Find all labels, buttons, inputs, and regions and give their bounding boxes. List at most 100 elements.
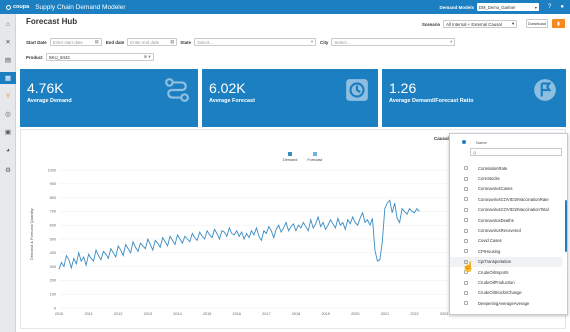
product-filter-row: Product SKU_8442 ⊗ ▾: [26, 52, 154, 62]
y-tick-label: 1000: [48, 168, 56, 172]
dropdown-item[interactable]: CoronavirusCOVID19VaccinationTotal: [450, 205, 562, 215]
card-label: Average Demand/Forecast Ratio: [389, 98, 474, 104]
dropdown-scrollbar[interactable]: [565, 200, 567, 252]
chevron-down-icon: ▾: [450, 39, 453, 44]
hand-cursor-icon: ☝: [462, 262, 475, 273]
item-label: Covid Cases: [478, 238, 502, 244]
settings-icon[interactable]: ⚙: [0, 164, 16, 176]
y-tick-label: 0: [54, 306, 56, 310]
demand-model-value: DM_Demo_Gartner: [479, 4, 516, 10]
dropdown-item[interactable]: Covid Cases: [450, 236, 562, 246]
dropdown-item[interactable]: CoreStocks: [450, 173, 562, 183]
dropdown-item[interactable]: CoronavirusDeaths: [450, 215, 562, 225]
scenario-select[interactable]: All Internal + External Causal ▾: [443, 20, 518, 28]
pie-icon[interactable]: ◕: [0, 144, 16, 156]
top-bar: coupa Supply Chain Demand Modeler Demand…: [0, 0, 570, 14]
average-forecast-card: 6.02K Average Forecast: [202, 69, 378, 127]
dropdown-item[interactable]: CPIHousing: [450, 246, 562, 256]
dropdown-item[interactable]: CrudeOilStocksChange: [450, 288, 562, 298]
end-date-label: End date: [105, 39, 125, 45]
product-value: SKU_8442: [48, 54, 70, 60]
item-checkbox[interactable]: [464, 197, 468, 202]
state-select[interactable]: Select... ▾: [194, 38, 317, 46]
item-checkbox[interactable]: [464, 290, 468, 295]
item-checkbox[interactable]: [464, 301, 468, 306]
legend-swatch: [312, 152, 317, 156]
card-label: Average Demand: [27, 98, 72, 104]
item-checkbox[interactable]: [464, 228, 468, 233]
chart-legend: Demand Forecast: [283, 152, 332, 162]
dropdown-header: Name: [450, 138, 565, 146]
demand-model-select[interactable]: DM_Demo_Gartner ▾: [477, 3, 540, 11]
item-checkbox[interactable]: [464, 166, 468, 171]
item-checkbox[interactable]: [464, 238, 468, 243]
item-label: CoronavirusCases: [478, 186, 513, 192]
y-axis-label: Demand & Forecast Quantity: [29, 208, 34, 260]
page-title: Forecast Hub: [26, 17, 78, 26]
item-checkbox[interactable]: [464, 249, 468, 254]
clock-icon: [346, 79, 368, 101]
table-icon[interactable]: ▤: [0, 54, 16, 66]
download-button[interactable]: Download: [526, 19, 548, 28]
y-tick-label: 700: [50, 210, 56, 214]
x-tick-label: 2012: [114, 312, 122, 316]
dropdown-item[interactable]: DeepeningAverageAverage: [450, 298, 562, 308]
start-date-label: Start Date: [26, 39, 47, 45]
home-icon[interactable]: ⌂: [0, 18, 16, 30]
item-checkbox[interactable]: [464, 280, 468, 285]
item-checkbox[interactable]: [464, 218, 468, 223]
item-checkbox[interactable]: [464, 207, 468, 212]
legend-item-demand[interactable]: Demand: [283, 152, 297, 162]
dropdown-item[interactable]: CoronavirusRecovered: [450, 225, 562, 235]
item-checkbox[interactable]: [464, 186, 468, 191]
calendar-icon: ▦: [170, 39, 175, 44]
product-select[interactable]: SKU_8442 ⊗ ▾: [45, 53, 154, 61]
calendar-icon: ▦: [94, 39, 99, 44]
item-label: CrudeOilProduction: [478, 280, 515, 286]
branch-icon[interactable]: Y: [0, 90, 16, 102]
state-placeholder: Select...: [197, 39, 213, 45]
dropdown-item[interactable]: CorrelationRate: [450, 163, 562, 173]
start-date-placeholder: Enter start date: [52, 39, 83, 45]
y-tick-label: 400: [50, 251, 56, 255]
clear-chevron-icon: ⊗ ▾: [143, 54, 151, 59]
end-date-field[interactable]: Enter end date ▦: [127, 38, 178, 46]
average-ratio-card: 1.26 Average Demand/Forecast Ratio: [382, 69, 566, 127]
target-icon[interactable]: ◎: [0, 108, 16, 120]
start-date-field[interactable]: Enter start date ▦: [49, 38, 102, 46]
dropdown-item[interactable]: CrudeOilProduction: [450, 277, 562, 287]
item-label: CpiTransportation: [478, 259, 512, 265]
city-select[interactable]: Select... ▾: [331, 38, 456, 46]
city-label: City: [320, 39, 329, 45]
item-checkbox[interactable]: [464, 176, 468, 181]
end-date-placeholder: Enter end date: [130, 39, 160, 45]
product-label: Product: [26, 54, 43, 60]
y-tick-label: 900: [50, 182, 56, 186]
legend-item-forecast[interactable]: Forecast: [307, 152, 322, 162]
item-label: CoronavirusRecovered: [478, 228, 521, 234]
y-tick-label: 100: [50, 293, 56, 297]
item-label: CoronavirusCOVID19VaccinationTotal: [478, 207, 549, 213]
card-value: 4.76K: [27, 80, 64, 96]
bookmark-button[interactable]: ▮: [552, 19, 565, 28]
coupa-logo-mark: [6, 4, 11, 10]
chart-icon[interactable]: ▦: [0, 72, 16, 84]
x-tick-label: 2018: [292, 312, 300, 316]
help-icon[interactable]: ?: [548, 4, 551, 10]
dropdown-item[interactable]: CoronavirusCOVID19VaccinationRate: [450, 194, 562, 204]
x-tick-label: 2011: [85, 312, 93, 316]
x-tick-label: 2019: [321, 312, 329, 316]
state-label: State: [180, 39, 192, 45]
scenario-value: All Internal + External Causal: [446, 21, 502, 27]
user-icon[interactable]: ●: [560, 4, 564, 10]
demand-series-line: [58, 199, 420, 270]
download-label: Download: [528, 21, 546, 26]
dropdown-search-input[interactable]: Q: [470, 148, 562, 156]
select-all-checkbox[interactable]: [462, 140, 466, 144]
scenario-label: Scenario: [422, 21, 441, 27]
x-tick-label: 2022: [410, 312, 418, 316]
dropdown-item[interactable]: CoronavirusCases: [450, 184, 562, 194]
box-icon[interactable]: ▣: [0, 126, 16, 138]
chevron-down-icon: ▾: [310, 39, 314, 44]
tools-icon[interactable]: ✕: [0, 36, 16, 48]
